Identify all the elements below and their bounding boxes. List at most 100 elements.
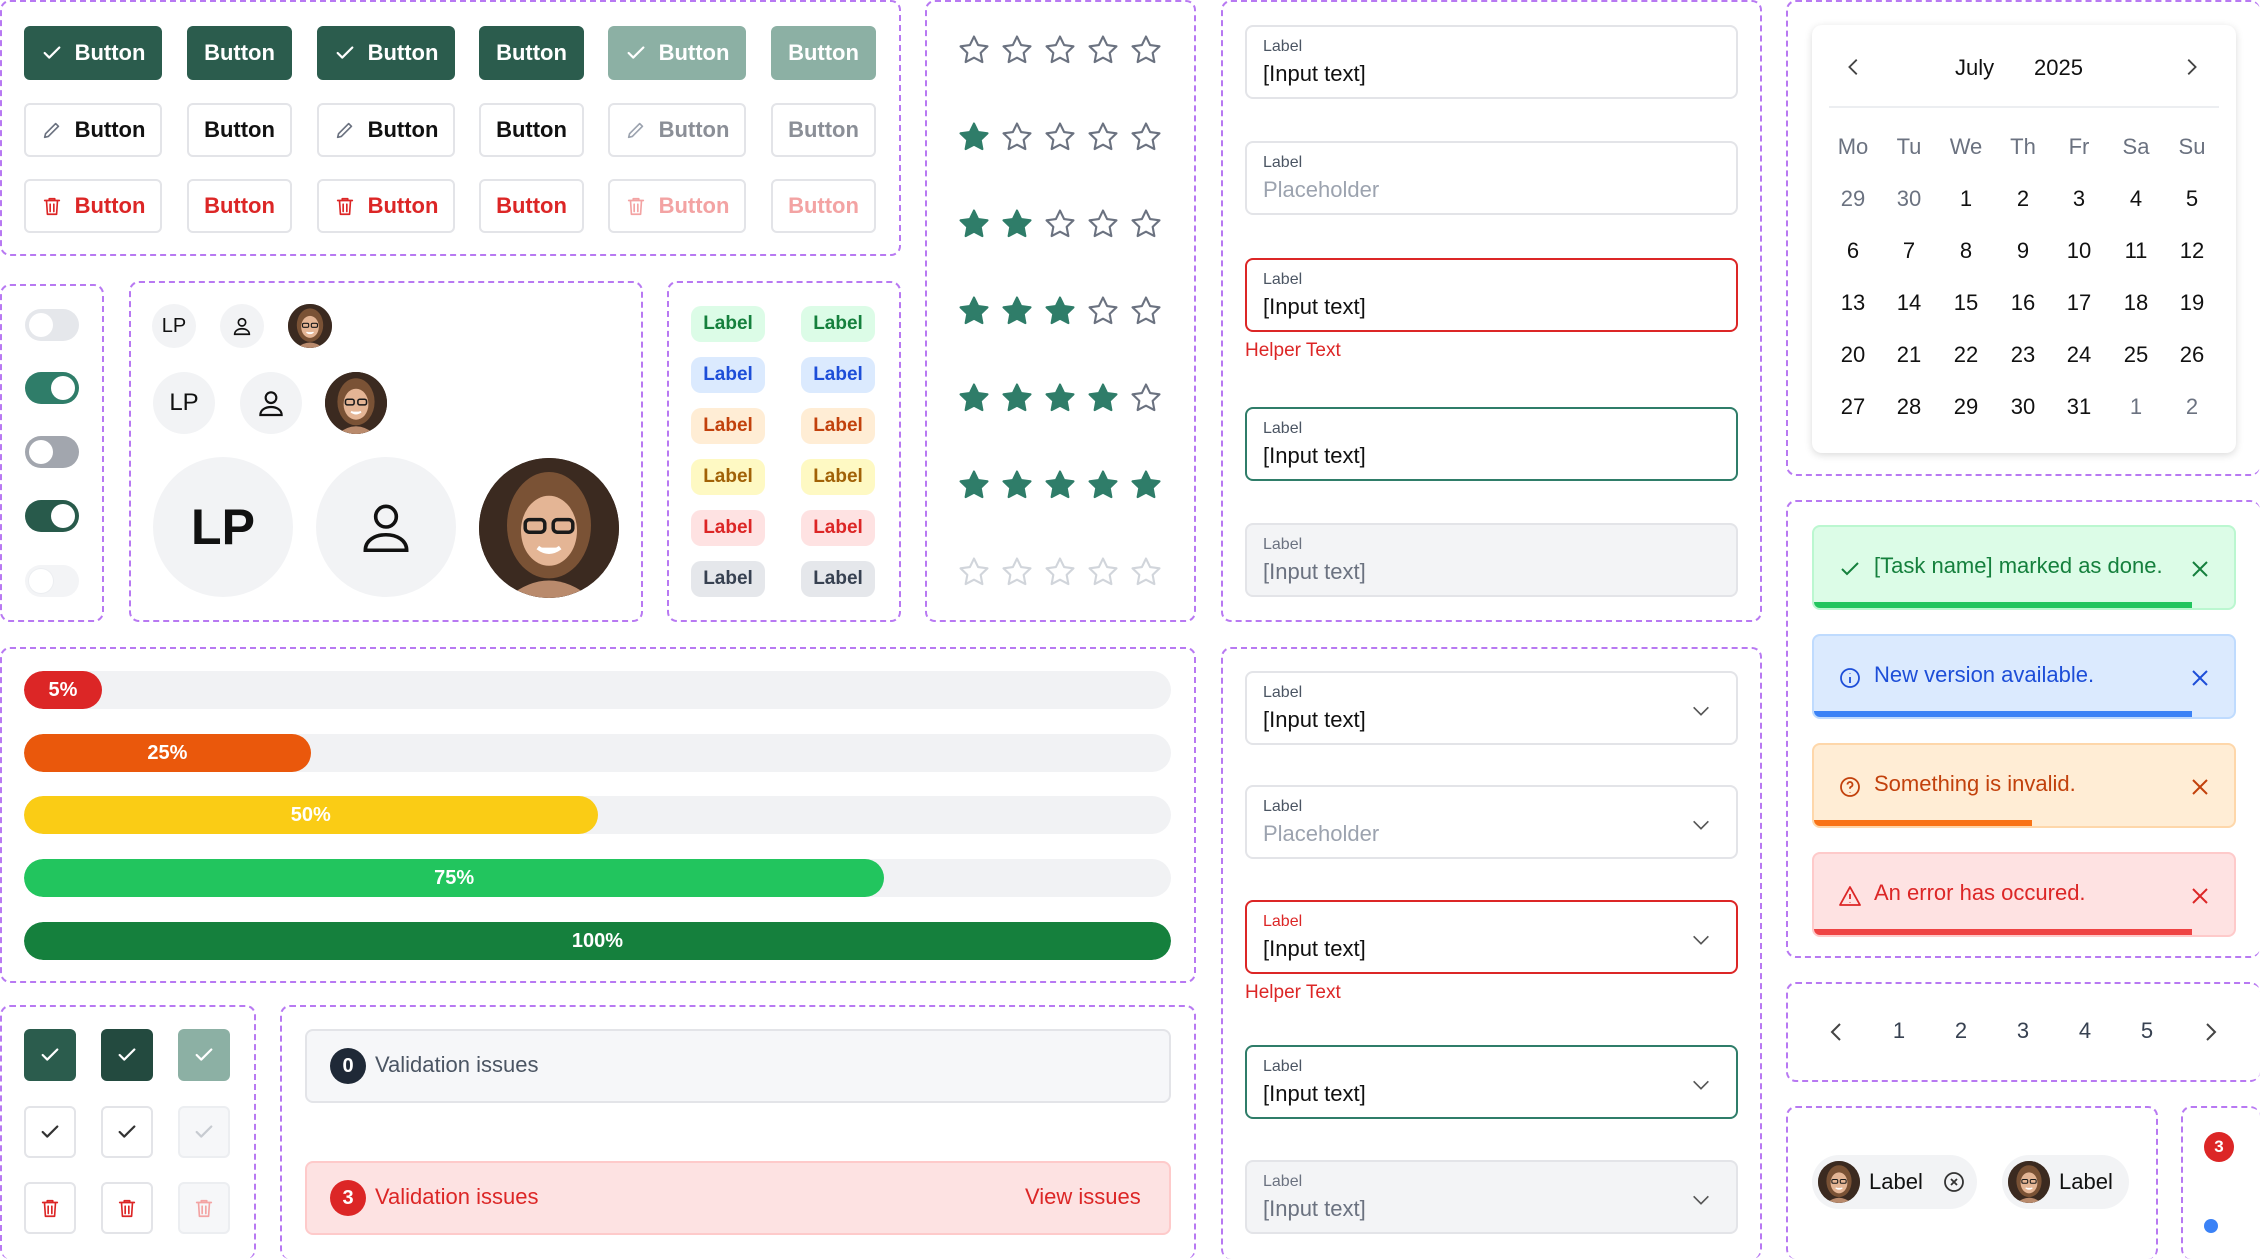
star-outline-icon[interactable]	[1129, 120, 1163, 154]
outline-button-with-icon-disabled[interactable]: Button	[608, 103, 746, 157]
text-field-placeholder[interactable]: Label Placeholder	[1245, 141, 1738, 215]
star-outline-icon[interactable]	[1129, 381, 1163, 415]
calendar-day[interactable]: 18	[2108, 290, 2164, 316]
checkbox-checked[interactable]	[24, 1029, 76, 1081]
pagination-page[interactable]: 2	[1946, 1018, 1976, 1044]
text-field-default[interactable]: Label [Input text]	[1245, 25, 1738, 99]
star-filled-icon[interactable]	[1086, 381, 1120, 415]
danger-button-with-icon-disabled[interactable]: Button	[608, 179, 746, 233]
pagination-page[interactable]: 5	[2132, 1018, 2162, 1044]
close-circle-icon[interactable]	[1942, 1170, 1966, 1194]
text-field-error[interactable]: Label [Input text]	[1245, 258, 1738, 332]
danger-button[interactable]: Button	[479, 179, 584, 233]
star-filled-icon[interactable]	[957, 207, 991, 241]
star-filled-icon[interactable]	[1086, 468, 1120, 502]
calendar-day[interactable]: 1	[1938, 186, 1994, 212]
calendar-day[interactable]: 4	[2108, 186, 2164, 212]
text-field-disabled[interactable]: Label [Input text]	[1245, 523, 1738, 597]
calendar-day[interactable]: 3	[2051, 186, 2107, 212]
star-outline-icon[interactable]	[1043, 555, 1077, 589]
calendar-day[interactable]: 29	[1825, 186, 1881, 212]
calendar-day[interactable]: 24	[2051, 342, 2107, 368]
star-outline-icon[interactable]	[1129, 294, 1163, 328]
calendar-day[interactable]: 8	[1938, 238, 1994, 264]
select-field-default[interactable]: Label [Input text]	[1245, 671, 1738, 745]
star-outline-icon[interactable]	[1129, 207, 1163, 241]
danger-button[interactable]: Button	[187, 179, 292, 233]
calendar-day[interactable]: 23	[1995, 342, 2051, 368]
star-outline-icon[interactable]	[957, 33, 991, 67]
pagination-next-icon[interactable]	[2198, 1020, 2222, 1044]
calendar-day[interactable]: 30	[1881, 186, 1937, 212]
toggle-on[interactable]	[25, 372, 79, 404]
chevron-left-icon[interactable]	[1843, 56, 1865, 78]
calendar-day[interactable]: 30	[1995, 394, 2051, 420]
close-icon[interactable]	[2188, 557, 2212, 581]
calendar-day[interactable]: 12	[2164, 238, 2220, 264]
calendar-day[interactable]: 10	[2051, 238, 2107, 264]
calendar-day[interactable]: 2	[1995, 186, 2051, 212]
primary-button[interactable]: Button	[479, 26, 584, 80]
pagination-prev-icon[interactable]	[1825, 1020, 1849, 1044]
calendar-day[interactable]: 19	[2164, 290, 2220, 316]
select-field-disabled[interactable]: Label [Input text]	[1245, 1160, 1738, 1234]
checkbox-delete[interactable]	[101, 1182, 153, 1234]
select-field-error[interactable]: Label [Input text]	[1245, 900, 1738, 974]
calendar-day[interactable]: 28	[1881, 394, 1937, 420]
text-field-success[interactable]: Label [Input text]	[1245, 407, 1738, 481]
primary-button-with-icon-disabled[interactable]: Button	[608, 26, 746, 80]
close-icon[interactable]	[2188, 775, 2212, 799]
select-field-placeholder[interactable]: Label Placeholder	[1245, 785, 1738, 859]
calendar-day[interactable]: 13	[1825, 290, 1881, 316]
pagination-page[interactable]: 1	[1884, 1018, 1914, 1044]
calendar-day[interactable]: 17	[2051, 290, 2107, 316]
view-issues-link[interactable]: View issues	[1025, 1184, 1141, 1210]
calendar-day[interactable]: 31	[2051, 394, 2107, 420]
danger-button-with-icon[interactable]: Button	[317, 179, 455, 233]
star-outline-icon[interactable]	[1086, 120, 1120, 154]
outline-button[interactable]: Button	[187, 103, 292, 157]
outline-button-disabled[interactable]: Button	[771, 103, 876, 157]
calendar-day[interactable]: 9	[1995, 238, 2051, 264]
star-filled-icon[interactable]	[1000, 468, 1034, 502]
checkbox-outline[interactable]	[101, 1106, 153, 1158]
star-filled-icon[interactable]	[957, 294, 991, 328]
star-filled-icon[interactable]	[1043, 381, 1077, 415]
checkbox-delete[interactable]	[24, 1182, 76, 1234]
checkbox-checked[interactable]	[101, 1029, 153, 1081]
star-filled-icon[interactable]	[1129, 468, 1163, 502]
calendar-day[interactable]: 20	[1825, 342, 1881, 368]
calendar-day[interactable]: 26	[2164, 342, 2220, 368]
toggle-off[interactable]	[25, 309, 79, 341]
danger-button-with-icon[interactable]: Button	[24, 179, 162, 233]
star-outline-icon[interactable]	[1086, 207, 1120, 241]
close-icon[interactable]	[2188, 884, 2212, 908]
star-outline-icon[interactable]	[1043, 207, 1077, 241]
star-outline-icon[interactable]	[1086, 294, 1120, 328]
star-filled-icon[interactable]	[1043, 468, 1077, 502]
calendar-day[interactable]: 21	[1881, 342, 1937, 368]
close-icon[interactable]	[2188, 666, 2212, 690]
calendar-day[interactable]: 29	[1938, 394, 1994, 420]
toggle-on-dark[interactable]	[25, 500, 79, 532]
checkbox-checked[interactable]	[178, 1029, 230, 1081]
calendar-day[interactable]: 11	[2108, 238, 2164, 264]
checkbox-delete[interactable]	[178, 1182, 230, 1234]
star-outline-icon[interactable]	[1129, 33, 1163, 67]
calendar-day[interactable]: 1	[2108, 394, 2164, 420]
chevron-right-icon[interactable]	[2180, 56, 2202, 78]
star-filled-icon[interactable]	[1000, 207, 1034, 241]
primary-button[interactable]: Button	[187, 26, 292, 80]
select-field-success[interactable]: Label [Input text]	[1245, 1045, 1738, 1119]
star-filled-icon[interactable]	[1000, 381, 1034, 415]
calendar-day[interactable]: 14	[1881, 290, 1937, 316]
toggle-disabled[interactable]	[25, 565, 79, 597]
pagination-page[interactable]: 4	[2070, 1018, 2100, 1044]
star-outline-icon[interactable]	[957, 555, 991, 589]
calendar-day[interactable]: 15	[1938, 290, 1994, 316]
checkbox-outline[interactable]	[178, 1106, 230, 1158]
toggle-off-dark[interactable]	[25, 436, 79, 468]
star-filled-icon[interactable]	[1043, 294, 1077, 328]
calendar-year[interactable]: 2025	[2034, 55, 2083, 81]
calendar-month[interactable]: July	[1955, 55, 1994, 81]
